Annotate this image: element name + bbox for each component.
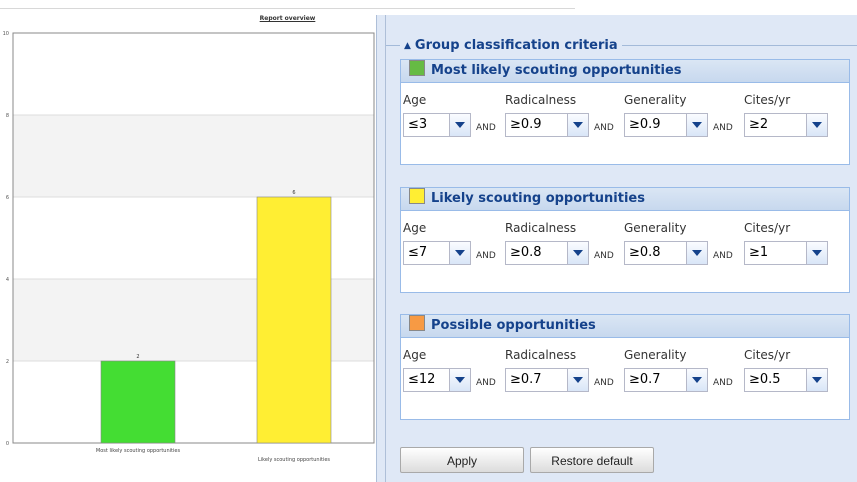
bar [100,360,176,444]
and-label: AND [476,378,496,388]
collapse-arrow-icon[interactable]: ▲ [404,41,411,51]
chevron-down-icon[interactable] [449,242,470,264]
group-likely: Likely scouting opportunities Age Radica… [400,187,850,293]
and-label: AND [594,378,614,388]
bar [256,196,332,444]
cites-per-year-label: Cites/yr [744,221,791,235]
cites-per-year-select[interactable]: ≥0.5 [744,368,828,392]
generality-label: Generality [624,221,687,235]
cites-per-year-select[interactable]: ≥1 [744,241,828,265]
bar-chart: 0 2 4 6 8 10 2 Most likely scouting opportuniti… [3,31,375,463]
chevron-down-icon[interactable] [806,242,827,264]
cites-per-year-select[interactable]: ≥2 [744,113,828,137]
x-category-label: Most likely scouting opportunities [96,448,181,454]
group-title: Most likely scouting opportunities [431,63,682,78]
chevron-down-icon[interactable] [567,114,588,136]
age-label: Age [403,93,427,107]
panel-splitter[interactable] [376,15,386,482]
and-label: AND [594,123,614,133]
age-label: Age [403,221,427,235]
and-label: AND [713,123,733,133]
chevron-down-icon[interactable] [686,369,707,391]
age-select[interactable]: ≤7 [403,241,471,265]
generality-select[interactable]: ≥0.7 [624,368,708,392]
cites-per-year-label: Cites/yr [744,348,791,362]
and-label: AND [476,251,496,261]
age-select[interactable]: ≤3 [403,113,471,137]
chevron-down-icon[interactable] [449,114,470,136]
chevron-down-icon[interactable] [449,369,470,391]
radicalness-select[interactable]: ≥0.7 [505,368,589,392]
bar-data-label: 2 [136,354,139,360]
group-header: Most likely scouting opportunities [401,60,849,83]
radicalness-label: Radicalness [505,348,577,362]
chart-area: Report overview 0 2 4 6 8 10 2 Most likely scou… [0,0,575,482]
y-tick-label: 8 [6,113,9,119]
group-color-swatch [409,188,425,204]
and-label: AND [476,123,496,133]
group-header: Likely scouting opportunities [401,188,849,211]
radicalness-label: Radicalness [505,221,577,235]
chevron-down-icon[interactable] [686,242,707,264]
cites-per-year-label: Cites/yr [744,93,791,107]
and-label: AND [713,378,733,388]
apply-button[interactable]: Apply [400,447,524,473]
group-title: Likely scouting opportunities [431,191,645,206]
y-tick-label: 2 [6,359,9,365]
group-most-likely: Most likely scouting opportunities Age R… [400,59,850,165]
and-label: AND [594,251,614,261]
y-tick-label: 4 [6,277,9,283]
criteria-section-title: Group classification criteria [414,38,618,53]
generality-label: Generality [624,348,687,362]
radicalness-label: Radicalness [505,93,577,107]
generality-select[interactable]: ≥0.9 [624,113,708,137]
age-select[interactable]: ≤12 [403,368,471,392]
group-possible: Possible opportunities Age Radicalness G… [400,314,850,420]
x-category-label: Likely scouting opportunities [258,457,330,463]
y-tick-label: 6 [6,195,9,201]
y-tick-label: 0 [6,441,9,447]
chevron-down-icon[interactable] [806,114,827,136]
group-color-swatch [409,315,425,331]
radicalness-select[interactable]: ≥0.8 [505,241,589,265]
radicalness-select[interactable]: ≥0.9 [505,113,589,137]
bar-data-label: 6 [292,190,295,196]
generality-select[interactable]: ≥0.8 [624,241,708,265]
criteria-panel: ▲ Group classification criteria Most like… [386,15,857,482]
chevron-down-icon[interactable] [686,114,707,136]
criteria-section-toggle[interactable]: ▲ Group classification criteria [400,38,622,53]
chevron-down-icon[interactable] [567,242,588,264]
chevron-down-icon[interactable] [567,369,588,391]
generality-label: Generality [624,93,687,107]
restore-default-button[interactable]: Restore default [530,447,654,473]
and-label: AND [713,251,733,261]
group-color-swatch [409,60,425,76]
group-header: Possible opportunities [401,315,849,338]
group-title: Possible opportunities [431,318,596,333]
grid-band [13,115,374,197]
chevron-down-icon[interactable] [806,369,827,391]
y-tick-label: 10 [3,31,9,37]
age-label: Age [403,348,427,362]
